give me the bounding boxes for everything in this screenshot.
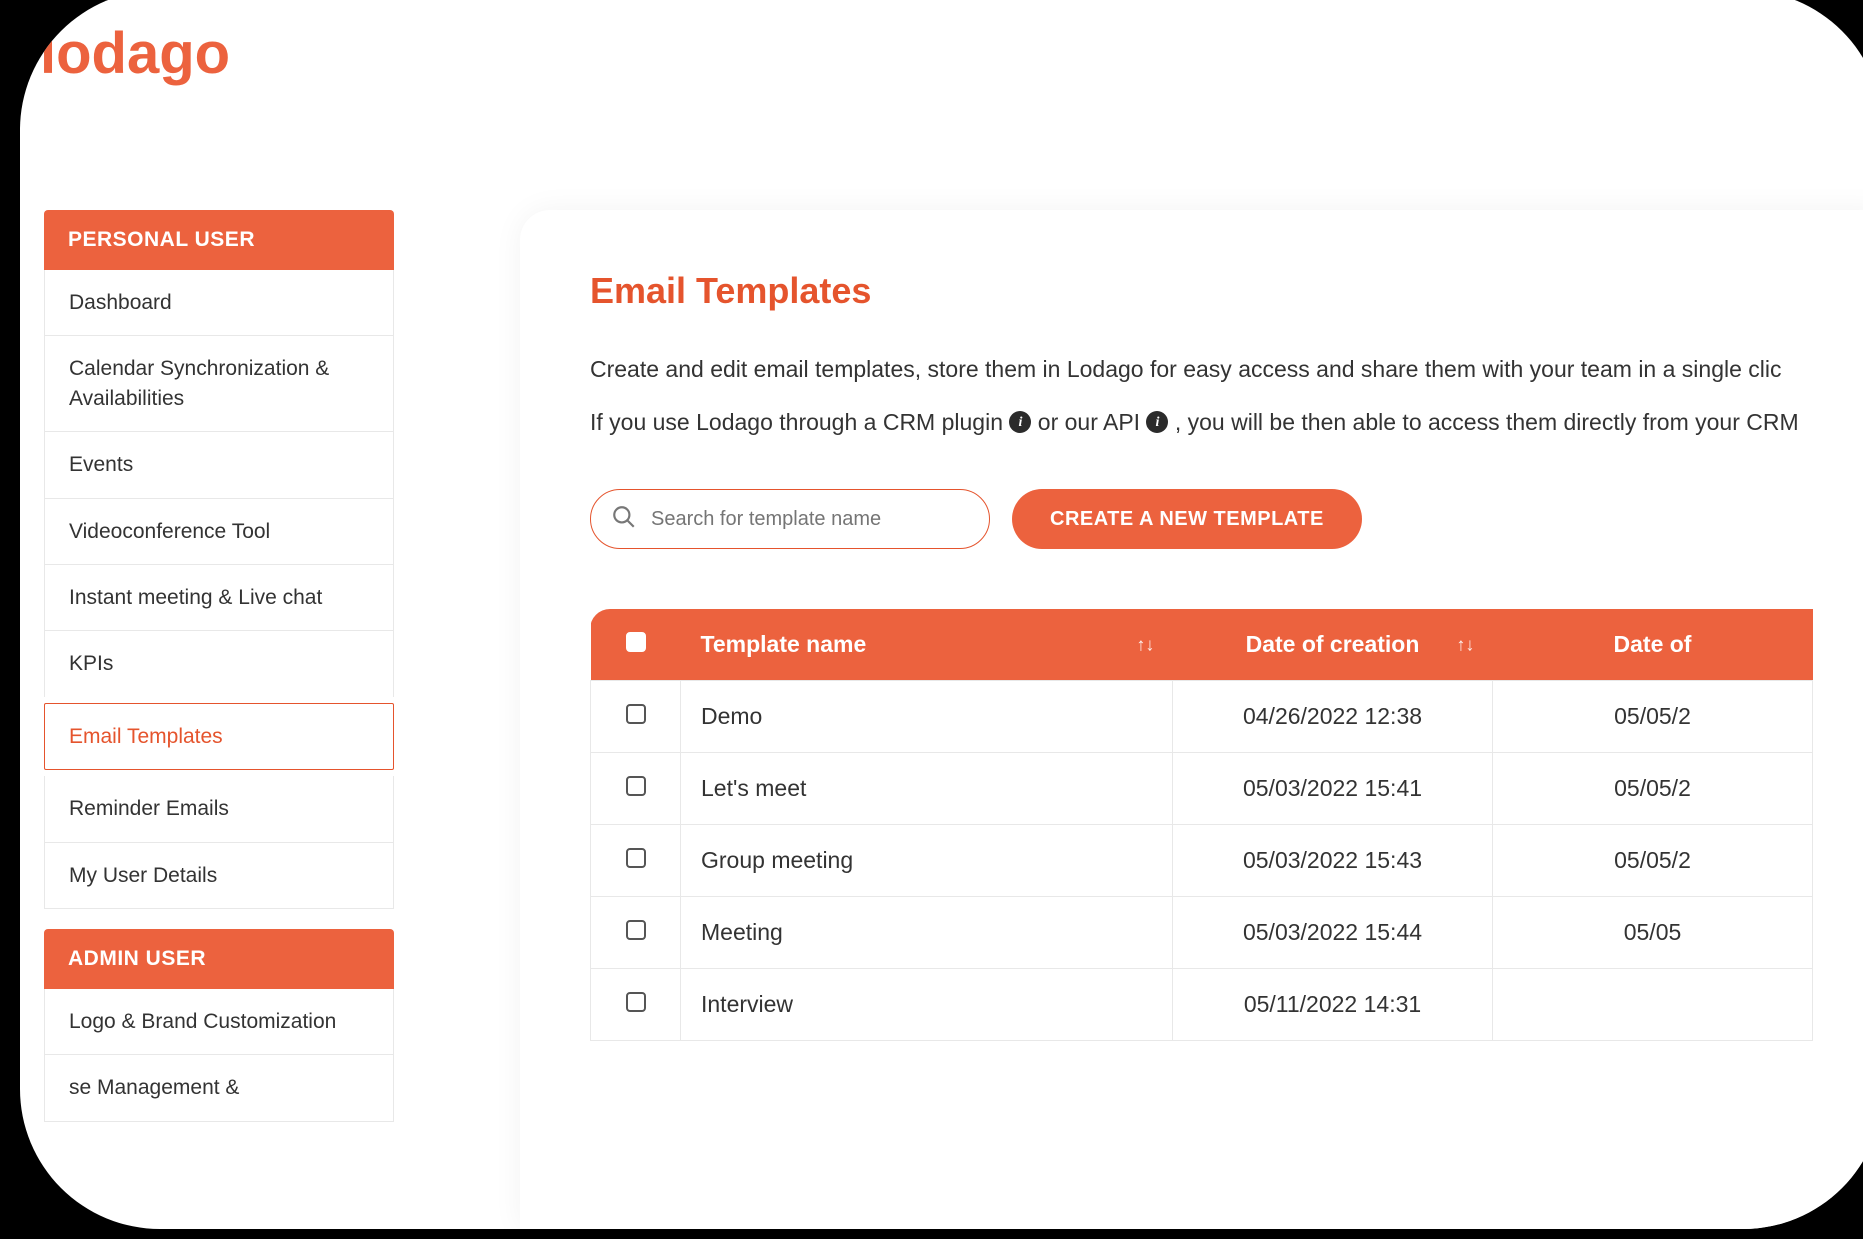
sidebar-item-my-user-details[interactable]: My User Details [44, 843, 394, 909]
row-checkbox[interactable] [626, 992, 646, 1012]
table-header-created-label: Date of creation [1246, 631, 1420, 657]
row-checkbox[interactable] [626, 704, 646, 724]
created-cell: 04/26/2022 12:38 [1173, 681, 1493, 753]
updated-cell [1493, 969, 1813, 1041]
search-box[interactable] [590, 489, 990, 549]
updated-cell: 05/05/2 [1493, 681, 1813, 753]
table-header-name[interactable]: Template name ↑↓ [681, 609, 1173, 681]
desc2-part-c: , you will be then able to access them d… [1175, 409, 1799, 435]
table-header-select-all[interactable] [591, 609, 681, 681]
brand-name: lodago [40, 21, 230, 86]
template-name-cell[interactable]: Demo [681, 681, 1173, 753]
page-title: Email Templates [590, 270, 1813, 312]
sidebar-item-reminder-emails[interactable]: Reminder Emails [44, 776, 394, 842]
sidebar-item-dashboard[interactable]: Dashboard [44, 270, 394, 336]
sidebar-item-events[interactable]: Events [44, 432, 394, 498]
table-header-name-label: Template name [701, 631, 867, 657]
page-description-2: If you use Lodago through a CRM plugin i… [590, 405, 1813, 440]
page-description-1: Create and edit email templates, store t… [590, 352, 1813, 387]
row-checkbox[interactable] [626, 776, 646, 796]
created-cell: 05/03/2022 15:44 [1173, 897, 1493, 969]
app-frame: lodago PERSONAL USER Dashboard Calendar … [20, 0, 1863, 1229]
info-icon[interactable]: i [1146, 411, 1168, 433]
sidebar-item-email-templates[interactable]: Email Templates [44, 703, 394, 770]
desc2-part-a: If you use Lodago through a CRM plugin [590, 409, 1009, 435]
table-row: Demo 04/26/2022 12:38 05/05/2 [591, 681, 1813, 753]
create-template-button[interactable]: CREATE A NEW TEMPLATE [1012, 489, 1362, 549]
row-checkbox[interactable] [626, 848, 646, 868]
templates-table: Template name ↑↓ Date of creation ↑↓ Dat… [590, 609, 1813, 1041]
sort-icon: ↑↓ [1137, 634, 1155, 655]
sort-icon: ↑↓ [1457, 634, 1475, 655]
row-checkbox[interactable] [626, 920, 646, 940]
template-name-cell[interactable]: Group meeting [681, 825, 1173, 897]
search-icon [611, 504, 637, 535]
table-row: Meeting 05/03/2022 15:44 05/05 [591, 897, 1813, 969]
sidebar-item-calendar-sync[interactable]: Calendar Synchronization & Availabilitie… [44, 336, 394, 432]
sidebar-item-management-truncated[interactable]: se Management & [44, 1055, 394, 1121]
sidebar-section-admin: ADMIN USER [44, 929, 394, 989]
sidebar-item-kpis[interactable]: KPIs [44, 631, 394, 696]
sidebar-item-instant-meeting[interactable]: Instant meeting & Live chat [44, 565, 394, 631]
updated-cell: 05/05/2 [1493, 825, 1813, 897]
checkbox-icon[interactable] [626, 632, 646, 652]
table-header-row: Template name ↑↓ Date of creation ↑↓ Dat… [591, 609, 1813, 681]
template-name-cell[interactable]: Meeting [681, 897, 1173, 969]
table-header-updated-label: Date of [1614, 631, 1692, 657]
updated-cell: 05/05 [1493, 897, 1813, 969]
search-input[interactable] [649, 507, 969, 532]
updated-cell: 05/05/2 [1493, 753, 1813, 825]
desc2-part-b: or our API [1038, 409, 1147, 435]
info-icon[interactable]: i [1009, 411, 1031, 433]
sidebar-section-personal: PERSONAL USER [44, 210, 394, 270]
table-row: Interview 05/11/2022 14:31 [591, 969, 1813, 1041]
table-header-updated[interactable]: Date of [1493, 609, 1813, 681]
created-cell: 05/03/2022 15:41 [1173, 753, 1493, 825]
created-cell: 05/11/2022 14:31 [1173, 969, 1493, 1041]
template-name-cell[interactable]: Interview [681, 969, 1173, 1041]
created-cell: 05/03/2022 15:43 [1173, 825, 1493, 897]
table-row: Group meeting 05/03/2022 15:43 05/05/2 [591, 825, 1813, 897]
sidebar-item-videoconference[interactable]: Videoconference Tool [44, 499, 394, 565]
template-name-cell[interactable]: Let's meet [681, 753, 1173, 825]
brand-logo: lodago [40, 20, 230, 87]
sidebar: PERSONAL USER Dashboard Calendar Synchro… [44, 210, 394, 1122]
sidebar-item-logo-brand[interactable]: Logo & Brand Customization [44, 989, 394, 1055]
main-panel: Email Templates Create and edit email te… [520, 210, 1863, 1229]
controls-row: CREATE A NEW TEMPLATE [590, 489, 1813, 549]
table-header-created[interactable]: Date of creation ↑↓ [1173, 609, 1493, 681]
table-row: Let's meet 05/03/2022 15:41 05/05/2 [591, 753, 1813, 825]
